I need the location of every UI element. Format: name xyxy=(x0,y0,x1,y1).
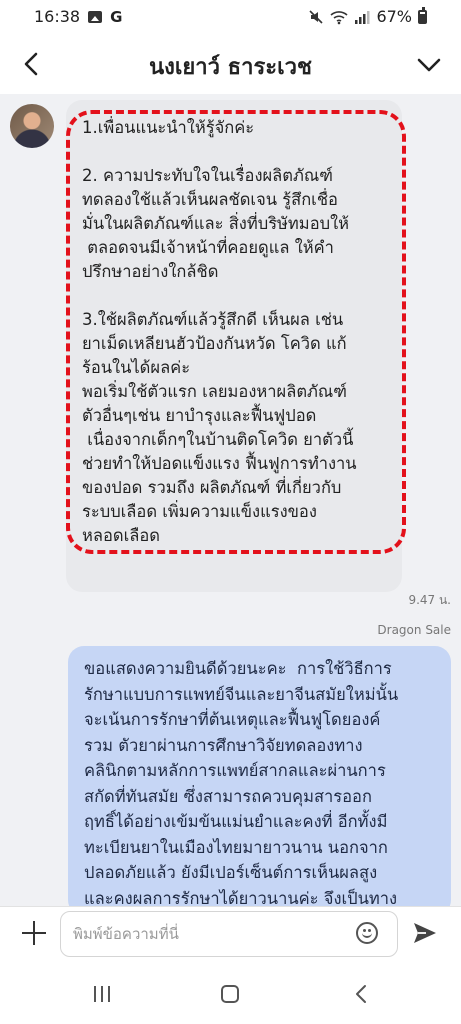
contact-name[interactable]: นงเยาว์ ธาระเวช xyxy=(60,49,401,84)
chevron-down-icon[interactable] xyxy=(415,50,443,78)
message-timestamp: 9.47 น. xyxy=(408,593,451,607)
status-bar: 16:38 G 67% xyxy=(0,0,461,34)
chat-header: นงเยาว์ ธาระเวช xyxy=(0,34,461,94)
status-time: 16:38 xyxy=(34,7,81,26)
battery-percent: 67% xyxy=(376,7,412,26)
nav-back-icon[interactable] xyxy=(352,984,372,1004)
send-icon[interactable] xyxy=(412,921,438,945)
recents-icon[interactable] xyxy=(92,986,112,1002)
incoming-message-text: 1.เพื่อนแนะนำให้รู้จักค่ะ 2. ความประทับใ… xyxy=(82,118,357,545)
wifi-icon xyxy=(330,10,348,24)
system-nav-bar xyxy=(0,960,461,1024)
sender-name: Dragon Sale xyxy=(377,623,451,637)
message-input[interactable] xyxy=(60,911,398,957)
home-icon[interactable] xyxy=(221,985,239,1003)
outgoing-message-text: ขอแสดงความยินดีด้วยนะคะ การใช้วิธีการ รั… xyxy=(84,659,399,906)
status-left: 16:38 G xyxy=(34,7,122,26)
emoji-icon[interactable] xyxy=(356,922,378,944)
battery-icon xyxy=(418,6,427,24)
google-g-icon: G xyxy=(110,7,123,26)
signal-icon xyxy=(355,10,370,24)
message-input-bar xyxy=(0,906,461,961)
mute-icon xyxy=(309,9,324,24)
chat-area[interactable]: 1.เพื่อนแนะนำให้รู้จักค่ะ 2. ความประทับใ… xyxy=(0,94,461,906)
image-icon xyxy=(88,10,103,23)
avatar[interactable] xyxy=(10,104,54,148)
chevron-left-icon[interactable] xyxy=(18,50,46,78)
plus-icon[interactable] xyxy=(22,921,46,945)
status-right: 67% xyxy=(308,6,427,26)
